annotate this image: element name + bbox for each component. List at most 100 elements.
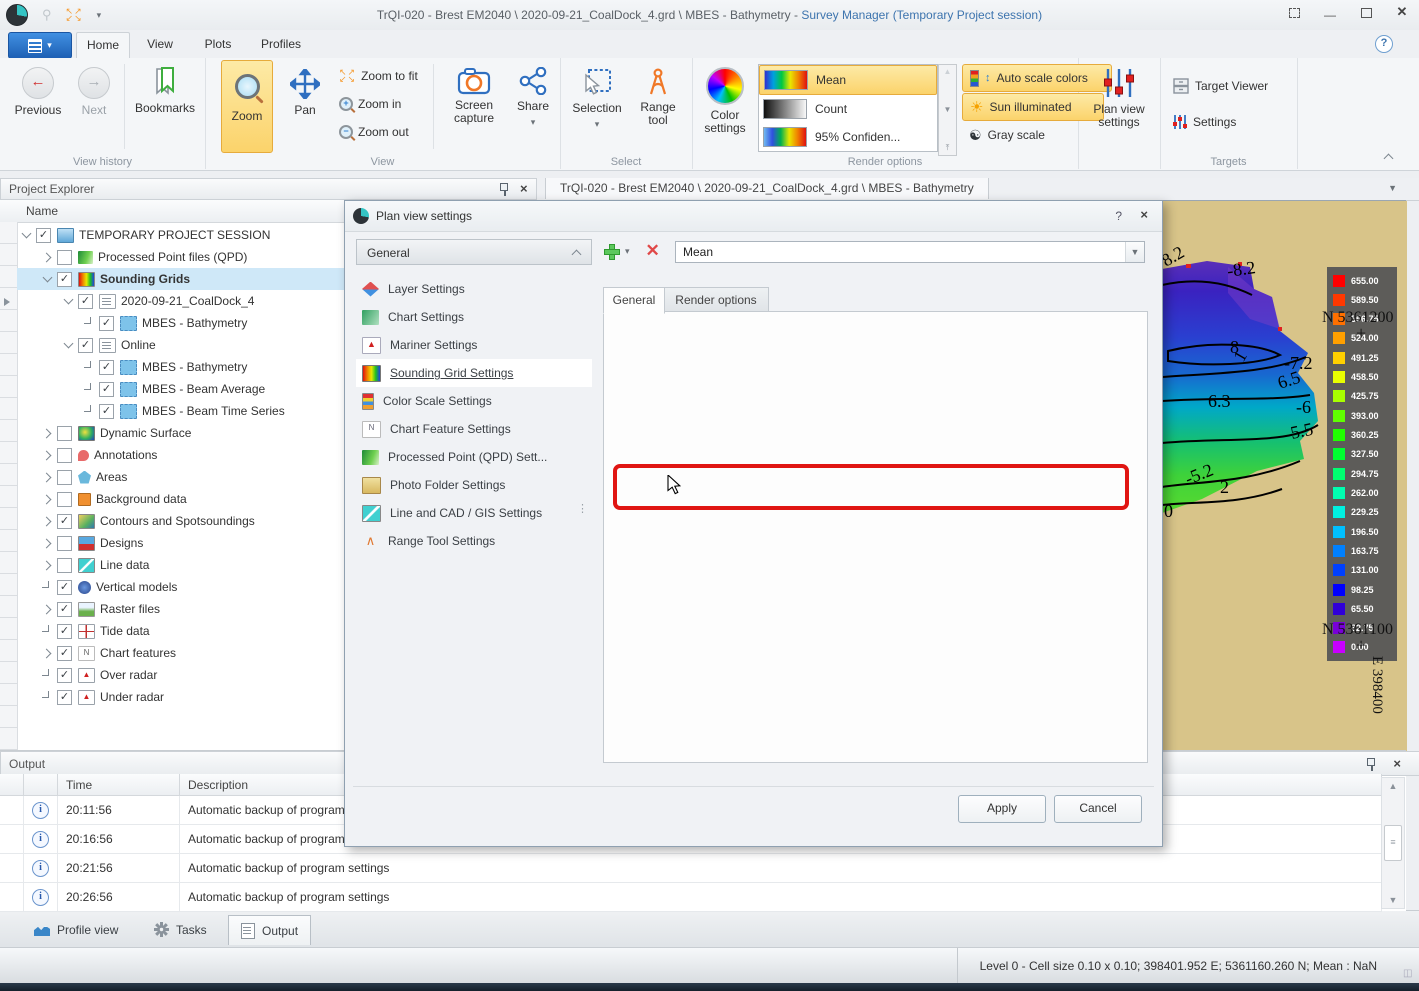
checkbox[interactable]: ✓ — [57, 514, 72, 529]
checkbox[interactable]: ✓ — [57, 580, 72, 595]
nav-item[interactable]: ▲Mariner Settings — [356, 331, 592, 359]
close-button[interactable]: ✕ — [1395, 6, 1409, 20]
tab-view[interactable]: View — [135, 32, 185, 57]
cancel-button[interactable]: Cancel — [1054, 795, 1142, 823]
checkbox[interactable] — [57, 492, 72, 507]
tab-profile-view[interactable]: Profile view — [22, 915, 130, 944]
color-settings-button[interactable]: Color settings — [696, 58, 754, 135]
render-layer-item[interactable]: Mean — [759, 65, 937, 95]
expander-icon[interactable] — [42, 537, 54, 549]
zoom-out-button[interactable]: − Zoom out — [339, 120, 409, 144]
plan-view-settings-button[interactable]: Plan view settings — [1082, 58, 1156, 129]
nav-item[interactable]: ∧Range Tool Settings — [356, 527, 592, 555]
render-layer-list[interactable]: MeanCount95% Confiden... — [758, 64, 938, 152]
target-viewer-button[interactable]: Target Viewer — [1172, 74, 1268, 98]
scroll-down-icon[interactable]: ▼ — [1389, 895, 1398, 905]
scrollbar-thumb[interactable]: ≡ — [1384, 825, 1402, 861]
fullscreen-button[interactable] — [1287, 6, 1301, 20]
minimize-button[interactable]: — — [1323, 6, 1337, 20]
help-icon[interactable]: ? — [1375, 35, 1393, 53]
nav-item[interactable]: Line and CAD / GIS Settings — [356, 499, 592, 527]
checkbox[interactable]: ✓ — [57, 690, 72, 705]
table-row[interactable]: i20:26:56Automatic backup of program set… — [0, 883, 1382, 912]
expander-icon[interactable] — [42, 559, 54, 571]
tab-plots[interactable]: Plots — [193, 32, 243, 57]
render-layer-item[interactable]: Count — [759, 95, 937, 123]
range-tool-button[interactable]: Range tool — [630, 58, 686, 127]
checkbox[interactable]: ✓ — [36, 228, 51, 243]
checkbox[interactable]: ✓ — [99, 382, 114, 397]
checkbox[interactable]: ✓ — [99, 316, 114, 331]
zoom-button[interactable]: Zoom — [221, 60, 273, 153]
nav-item[interactable]: Layer Settings — [356, 275, 592, 303]
resize-grip[interactable]: ◫ — [1403, 968, 1415, 980]
target-settings-button[interactable]: Settings — [1172, 110, 1236, 134]
nav-item[interactable]: NChart Feature Settings — [356, 415, 592, 443]
dialog-help-icon[interactable]: ? — [1115, 209, 1122, 223]
checkbox[interactable] — [57, 250, 72, 265]
checkbox[interactable]: ✓ — [57, 272, 72, 287]
previous-button[interactable]: ← Previous — [10, 58, 66, 117]
nav-section-header[interactable]: General — [356, 239, 592, 265]
dialog-tab-general[interactable]: General — [603, 287, 665, 314]
selection-button[interactable]: Selection ▾ — [568, 58, 626, 130]
checkbox[interactable] — [57, 536, 72, 551]
scroll-up-icon[interactable]: ▲ — [1389, 781, 1398, 791]
application-menu-button[interactable]: ▾ — [8, 32, 72, 59]
expander-icon[interactable] — [42, 273, 54, 285]
checkbox[interactable]: ✓ — [99, 404, 114, 419]
checkbox[interactable]: ✓ — [57, 668, 72, 683]
expander-icon[interactable] — [42, 515, 54, 527]
add-layer-icon[interactable] — [603, 243, 619, 259]
checkbox[interactable]: ✓ — [57, 624, 72, 639]
close-panel-icon[interactable]: × — [520, 183, 528, 195]
render-layer-item[interactable]: 95% Confiden... — [759, 123, 937, 151]
expander-icon[interactable] — [42, 647, 54, 659]
expander-icon[interactable] — [21, 229, 33, 241]
nav-item[interactable]: Sounding Grid Settings — [356, 359, 592, 387]
expander-icon[interactable] — [63, 295, 75, 307]
expander-icon[interactable] — [42, 471, 54, 483]
document-tab[interactable]: TrQI-020 - Brest EM2040 \ 2020-09-21_Coa… — [545, 178, 989, 199]
expander-icon[interactable] — [42, 427, 54, 439]
tab-tasks[interactable]: Tasks — [142, 915, 219, 944]
bookmarks-button[interactable]: Bookmarks — [130, 58, 200, 115]
combo-arrow-icon[interactable]: ▼ — [1125, 242, 1144, 262]
checkbox[interactable]: ✓ — [78, 338, 93, 353]
expander-icon[interactable] — [42, 493, 54, 505]
collapse-ribbon-icon[interactable] — [1383, 151, 1395, 163]
nav-item[interactable]: Photo Folder Settings — [356, 471, 592, 499]
tab-output[interactable]: Output — [228, 915, 311, 945]
close-panel-icon[interactable]: × — [1393, 758, 1401, 770]
share-button[interactable]: Share ▾ — [511, 58, 555, 128]
output-scrollbar[interactable]: ▲ ≡ ▼ — [1381, 777, 1405, 909]
tab-list-dropdown-icon[interactable]: ▼ — [1388, 183, 1397, 193]
add-layer-dropdown-icon[interactable]: ▾ — [625, 246, 630, 257]
dialog-close-icon[interactable]: × — [1140, 209, 1148, 221]
checkbox[interactable] — [57, 558, 72, 573]
render-list-scrollbar[interactable]: ▲▼⤒ — [938, 64, 957, 156]
screen-capture-button[interactable]: Screen capture — [441, 58, 507, 125]
next-button[interactable]: → Next — [70, 58, 118, 117]
layer-combo[interactable]: Mean▼ — [675, 241, 1145, 263]
checkbox[interactable]: ✓ — [78, 294, 93, 309]
tab-home[interactable]: Home — [76, 32, 130, 58]
expander-icon[interactable] — [63, 339, 75, 351]
delete-layer-icon[interactable]: ✕ — [646, 243, 660, 259]
checkbox[interactable]: ✓ — [57, 602, 72, 617]
expander-icon[interactable] — [42, 251, 54, 263]
pin-icon[interactable] — [498, 182, 510, 196]
pan-button[interactable]: Pan — [279, 60, 331, 117]
nav-item[interactable]: Chart Settings — [356, 303, 592, 331]
expander-icon[interactable] — [42, 603, 54, 615]
time-column-header[interactable]: Time — [58, 774, 180, 795]
dialog-tab-render-options[interactable]: Render options — [663, 287, 769, 314]
expander-icon[interactable] — [42, 449, 54, 461]
nav-item[interactable]: Processed Point (QPD) Sett... — [356, 443, 592, 471]
nav-item[interactable]: Color Scale Settings — [356, 387, 592, 415]
zoom-to-fit-button[interactable]: ↖↗↙↘ Zoom to fit — [339, 64, 418, 88]
checkbox[interactable]: ✓ — [57, 646, 72, 661]
table-row[interactable]: i20:21:56Automatic backup of program set… — [0, 854, 1382, 883]
restore-button[interactable] — [1359, 6, 1373, 20]
checkbox[interactable] — [57, 426, 72, 441]
